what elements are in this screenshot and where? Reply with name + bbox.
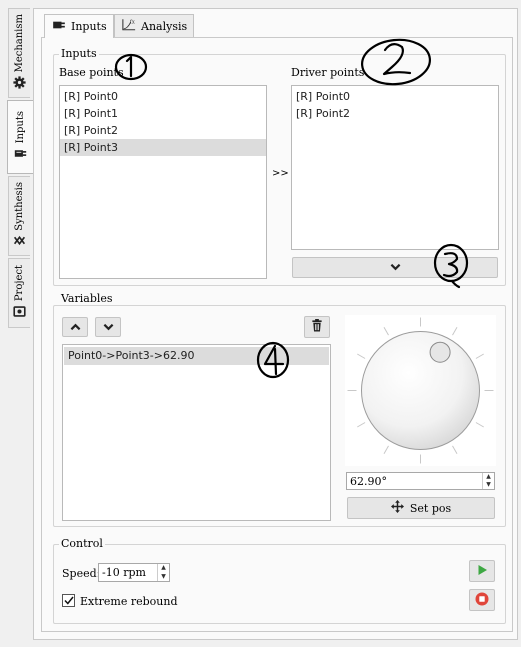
base-points-list[interactable]: [R] Point0 [R] Point1 [R] Point2 [R] Poi… (59, 85, 267, 279)
angle-dial[interactable] (345, 315, 496, 466)
tab-label: Analysis (141, 19, 188, 33)
side-tab-mechanism[interactable]: Mechanism (8, 8, 30, 98)
move-arrows-icon (390, 500, 404, 516)
play-button[interactable] (469, 560, 495, 582)
move-down-button[interactable] (95, 317, 121, 337)
move-down-button[interactable] (292, 257, 498, 278)
tab-analysis[interactable]: fx Analysis (114, 14, 194, 37)
trash-icon (311, 319, 323, 335)
checkmark-icon (63, 596, 74, 605)
list-item[interactable]: [R] Point0 (292, 88, 498, 105)
side-tab-project[interactable]: Project (8, 258, 30, 328)
dial-tick (357, 353, 366, 359)
stop-button[interactable] (469, 589, 495, 611)
set-pos-button[interactable]: Set pos (347, 497, 495, 519)
side-tab-label: Mechanism (13, 14, 25, 73)
chevron-down-icon (390, 261, 401, 274)
dial-tick (452, 327, 458, 336)
driver-points-label: Driver points (291, 66, 365, 79)
angle-spinbox[interactable]: 62.90° ▲ ▼ (346, 472, 495, 490)
dial-tick (452, 445, 458, 454)
dial-knob (361, 331, 480, 450)
driver-points-list[interactable]: [R] Point0 [R] Point2 (291, 85, 499, 250)
project-icon (13, 305, 26, 318)
speed-value: -10 rpm (102, 566, 146, 579)
base-points-label: Base points (59, 66, 124, 79)
synthesis-icon (13, 234, 26, 247)
dial-tick (475, 353, 484, 359)
gear-icon (13, 76, 26, 89)
dial-tick (383, 327, 389, 336)
side-tab-inputs[interactable]: Inputs (7, 100, 33, 174)
variables-list[interactable]: Point0->Point3->62.90 (62, 344, 331, 521)
list-item-selected[interactable]: Point0->Point3->62.90 (64, 347, 329, 365)
dial-tick (357, 422, 366, 428)
chevron-up-icon (70, 321, 81, 334)
dial-graphic (347, 317, 494, 464)
list-item[interactable]: [R] Point1 (60, 105, 266, 122)
move-up-button[interactable] (62, 317, 88, 337)
spin-arrows[interactable]: ▲ ▼ (157, 564, 169, 581)
analysis-chart-icon: fx (122, 18, 136, 34)
add-driver-button[interactable]: >> (272, 168, 289, 179)
list-item[interactable]: [R] Point2 (292, 105, 498, 122)
control-group-title: Control (59, 537, 105, 550)
stop-icon (475, 592, 489, 609)
tab-inputs[interactable]: Inputs (44, 14, 114, 38)
side-tab-label: Project (13, 265, 25, 302)
side-tab-bar: Mechanism Inputs Synthesis Project (0, 0, 33, 647)
control-group (53, 544, 506, 624)
inputs-icon (14, 147, 27, 160)
svg-text:fx: fx (130, 20, 135, 26)
dial-indicator (429, 341, 451, 363)
inputs-group-title: Inputs (59, 47, 99, 60)
list-item[interactable]: [R] Point0 (60, 88, 266, 105)
dial-tick (475, 422, 484, 428)
speed-label: Speed: (62, 567, 101, 580)
play-icon (477, 564, 488, 579)
delete-variable-button[interactable] (304, 316, 330, 338)
inputs-icon (52, 20, 66, 33)
extreme-rebound-checkbox[interactable] (62, 594, 75, 607)
variables-group-title: Variables (59, 292, 115, 305)
side-tab-synthesis[interactable]: Synthesis (8, 176, 30, 256)
set-pos-label: Set pos (409, 501, 452, 515)
extreme-rebound-label: Extreme rebound (80, 595, 178, 608)
spin-arrows[interactable]: ▲ ▼ (482, 473, 494, 489)
side-tab-label: Inputs (14, 111, 26, 144)
side-tab-label: Synthesis (13, 182, 25, 231)
dial-tick (383, 445, 389, 454)
speed-spinbox[interactable]: -10 rpm ▲ ▼ (98, 563, 170, 582)
chevron-down-icon (103, 321, 114, 334)
list-item-selected[interactable]: [R] Point3 (60, 139, 266, 156)
list-item[interactable]: [R] Point2 (60, 122, 266, 139)
angle-value: 62.90° (350, 475, 387, 488)
tab-label: Inputs (71, 20, 107, 33)
